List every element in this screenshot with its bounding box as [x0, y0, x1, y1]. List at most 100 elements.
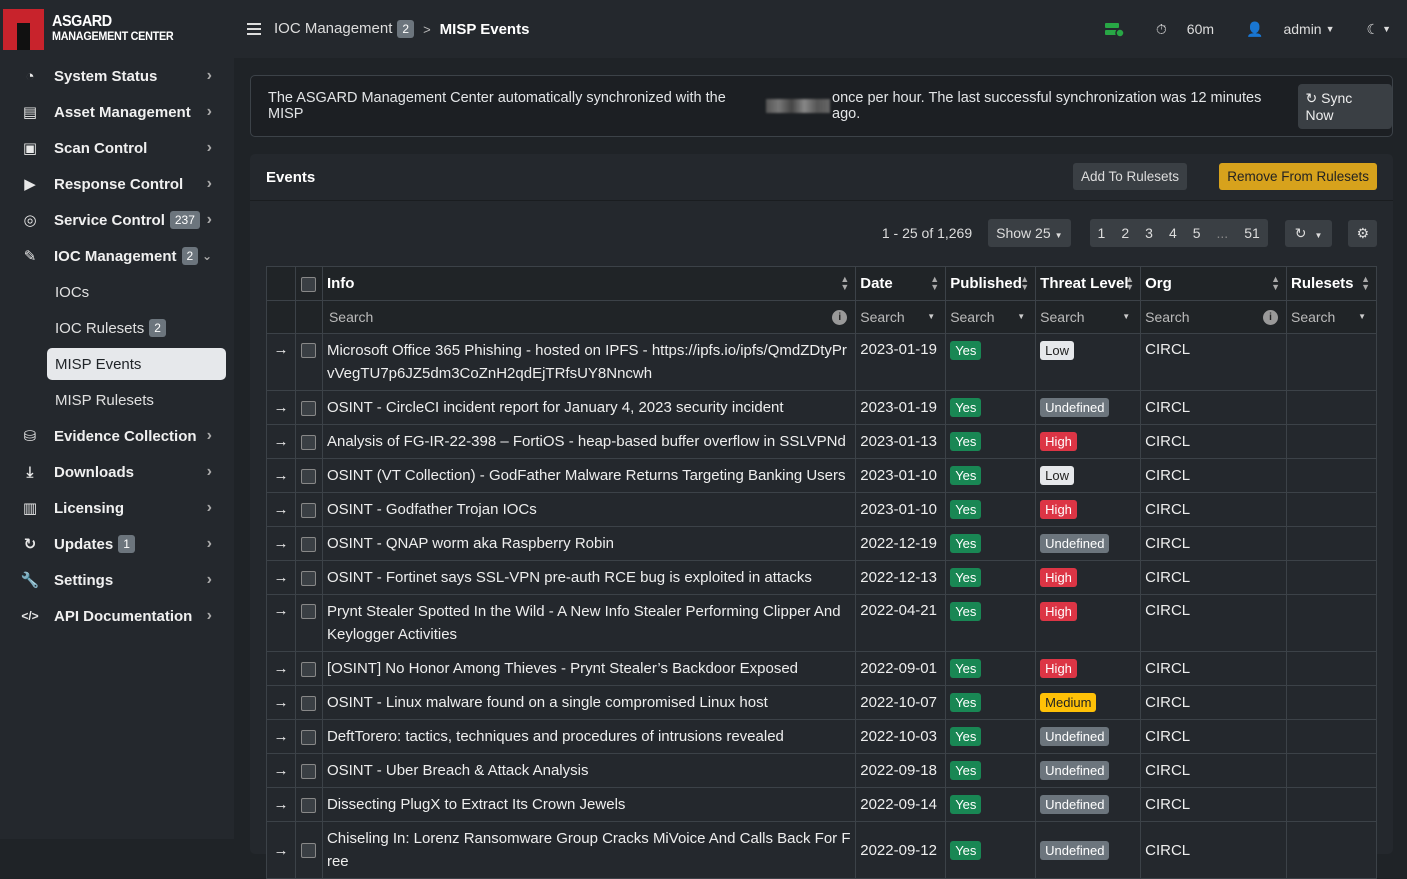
row-checkbox[interactable]: [301, 401, 316, 416]
row-checkbox[interactable]: [301, 662, 316, 677]
sidebar-item-asset-management[interactable]: ▤Asset Management›: [0, 94, 234, 130]
row-checkbox[interactable]: [301, 537, 316, 552]
table-row[interactable]: →Microsoft Office 365 Phishing - hosted …: [267, 334, 1377, 391]
row-checkbox-cell[interactable]: [295, 561, 322, 595]
select-all-checkbox[interactable]: [301, 277, 316, 292]
sidebar-subitem-iocs[interactable]: IOCs: [0, 274, 234, 310]
table-row[interactable]: →OSINT - Godfather Trojan IOCs2023-01-10…: [267, 493, 1377, 527]
page-link[interactable]: 5: [1185, 219, 1209, 247]
sidebar-item-system-status[interactable]: ◔System Status›: [0, 58, 234, 94]
row-checkbox[interactable]: [301, 469, 316, 484]
table-row[interactable]: →OSINT (VT Collection) - GodFather Malwa…: [267, 459, 1377, 493]
expand-arrow-icon[interactable]: →: [267, 720, 296, 754]
expand-arrow-icon[interactable]: →: [267, 788, 296, 822]
page-link[interactable]: 2: [1113, 219, 1137, 247]
expand-arrow-icon[interactable]: →: [267, 493, 296, 527]
row-checkbox-cell[interactable]: [295, 425, 322, 459]
search-info[interactable]: Searchi: [322, 301, 855, 334]
expand-arrow-icon[interactable]: →: [267, 391, 296, 425]
sidebar-item-response-control[interactable]: ▶Response Control›: [0, 166, 234, 202]
row-checkbox-cell[interactable]: [295, 527, 322, 561]
expand-arrow-icon[interactable]: →: [267, 686, 296, 720]
expand-arrow-icon[interactable]: →: [267, 527, 296, 561]
sidebar-item-scan-control[interactable]: ▣Scan Control›: [0, 130, 234, 166]
search-date[interactable]: Search▼: [856, 301, 946, 334]
brand-logo[interactable]: ASGARD MANAGEMENT CENTER: [0, 0, 234, 58]
table-row[interactable]: →Chiseling In: Lorenz Ransomware Group C…: [267, 822, 1377, 879]
expand-arrow-icon[interactable]: →: [267, 425, 296, 459]
settings-button[interactable]: ⚙: [1348, 220, 1377, 247]
sidebar-item-evidence-collection[interactable]: ⛁Evidence Collection›: [0, 418, 234, 454]
page-size-select[interactable]: Show 25▼: [988, 219, 1070, 247]
table-row[interactable]: →DeftTorero: tactics, techniques and pro…: [267, 720, 1377, 754]
sidebar-item-downloads[interactable]: ⤓Downloads›: [0, 454, 234, 490]
table-row[interactable]: →OSINT - Linux malware found on a single…: [267, 686, 1377, 720]
sidebar-item-api-documentation[interactable]: </>API Documentation›: [0, 598, 234, 634]
table-row[interactable]: →OSINT - QNAP worm aka Raspberry Robin20…: [267, 527, 1377, 561]
page-link[interactable]: 51: [1236, 219, 1268, 247]
menu-toggle-icon[interactable]: [247, 20, 261, 38]
row-checkbox-cell[interactable]: [295, 686, 322, 720]
sidebar-subitem-misp-events[interactable]: MISP Events: [47, 348, 226, 380]
row-checkbox-cell[interactable]: [295, 459, 322, 493]
page-link[interactable]: 1: [1090, 219, 1114, 247]
expand-arrow-icon[interactable]: →: [267, 754, 296, 788]
theme-toggle[interactable]: ☾▼: [1351, 21, 1391, 38]
row-checkbox[interactable]: [301, 604, 316, 619]
page-link[interactable]: 3: [1137, 219, 1161, 247]
row-checkbox[interactable]: [301, 843, 316, 858]
expand-arrow-icon[interactable]: →: [267, 822, 296, 879]
search-threat-level[interactable]: Search▼: [1036, 301, 1141, 334]
search-org[interactable]: Searchi: [1141, 301, 1287, 334]
row-checkbox[interactable]: [301, 696, 316, 711]
breadcrumb-ioc-management[interactable]: IOC Management2: [274, 20, 414, 38]
expand-arrow-icon[interactable]: →: [267, 334, 296, 391]
sidebar-item-ioc-management[interactable]: ✎IOC Management2⌄: [0, 238, 234, 274]
row-checkbox[interactable]: [301, 798, 316, 813]
page-link[interactable]: 4: [1161, 219, 1185, 247]
row-checkbox-cell[interactable]: [295, 720, 322, 754]
add-to-rulesets-button[interactable]: Add To Rulesets: [1073, 163, 1187, 190]
expand-arrow-icon[interactable]: →: [267, 459, 296, 493]
table-row[interactable]: →Prynt Stealer Spotted In the Wild - A N…: [267, 595, 1377, 652]
remove-from-rulesets-button[interactable]: Remove From Rulesets: [1219, 163, 1377, 190]
row-checkbox[interactable]: [301, 764, 316, 779]
row-checkbox[interactable]: [301, 343, 316, 358]
row-checkbox-cell[interactable]: [295, 493, 322, 527]
row-checkbox-cell[interactable]: [295, 822, 322, 879]
sidebar-item-settings[interactable]: 🔧Settings›: [0, 562, 234, 598]
expand-arrow-icon[interactable]: →: [267, 652, 296, 686]
expand-arrow-icon[interactable]: →: [267, 595, 296, 652]
header-info[interactable]: Info▲▼: [322, 267, 855, 301]
row-checkbox-cell[interactable]: [295, 391, 322, 425]
search-published[interactable]: Search▼: [946, 301, 1036, 334]
row-checkbox-cell[interactable]: [295, 334, 322, 391]
sidebar-item-licensing[interactable]: ▥Licensing›: [0, 490, 234, 526]
refresh-button[interactable]: ↻▼: [1285, 220, 1333, 247]
header-published[interactable]: Published▲▼: [946, 267, 1036, 301]
user-menu[interactable]: 👤admin▼: [1230, 21, 1335, 38]
header-threat-level[interactable]: Threat Level▲▼: [1036, 267, 1141, 301]
row-checkbox[interactable]: [301, 435, 316, 450]
row-checkbox[interactable]: [301, 503, 316, 518]
sidebar-item-updates[interactable]: ↻Updates1›: [0, 526, 234, 562]
header-org[interactable]: Org▲▼: [1141, 267, 1287, 301]
session-timer[interactable]: ⏱60m: [1140, 21, 1214, 38]
sidebar-subitem-misp-rulesets[interactable]: MISP Rulesets: [0, 382, 234, 418]
status-indicator-icon[interactable]: [1104, 21, 1124, 37]
row-checkbox-cell[interactable]: [295, 754, 322, 788]
header-rulesets[interactable]: Rulesets▲▼: [1286, 267, 1376, 301]
table-row[interactable]: →[OSINT] No Honor Among Thieves - Prynt …: [267, 652, 1377, 686]
header-select-all[interactable]: [295, 267, 322, 301]
expand-arrow-icon[interactable]: →: [267, 561, 296, 595]
sidebar-subitem-ioc-rulesets[interactable]: IOC Rulesets2: [0, 310, 234, 346]
header-date[interactable]: Date▲▼: [856, 267, 946, 301]
row-checkbox-cell[interactable]: [295, 788, 322, 822]
table-row[interactable]: →OSINT - Fortinet says SSL-VPN pre-auth …: [267, 561, 1377, 595]
row-checkbox[interactable]: [301, 730, 316, 745]
table-row[interactable]: →Dissecting PlugX to Extract Its Crown J…: [267, 788, 1377, 822]
table-row[interactable]: →OSINT - Uber Breach & Attack Analysis20…: [267, 754, 1377, 788]
table-row[interactable]: →Analysis of FG-IR-22-398 – FortiOS - he…: [267, 425, 1377, 459]
sidebar-item-service-control[interactable]: ◎Service Control237›: [0, 202, 234, 238]
row-checkbox-cell[interactable]: [295, 595, 322, 652]
